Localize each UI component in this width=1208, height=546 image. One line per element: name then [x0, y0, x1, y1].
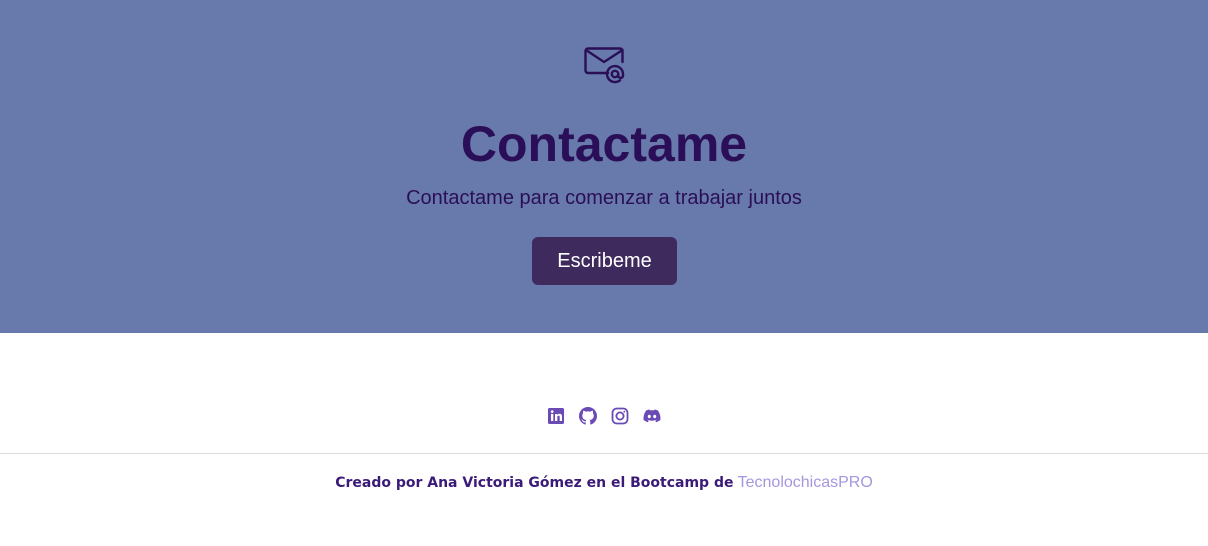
contact-title: Contactame	[460, 116, 748, 172]
tecnolochicas-link[interactable]: TecnolochicasPRO	[738, 474, 873, 491]
envelope-at-icon	[584, 46, 626, 84]
contact-section: Contactame Contactame para comenzar a tr…	[0, 0, 1208, 333]
contact-subtitle: Contactame para comenzar a trabajar junt…	[406, 187, 802, 209]
discord-icon[interactable]	[643, 407, 661, 425]
linkedin-icon[interactable]	[547, 407, 565, 425]
credits-text: Creado por Ana Victoria Gómez en el Boot…	[335, 475, 734, 491]
footer-divider	[0, 453, 1208, 454]
credits: Creado por Ana Victoria Gómez en el Boot…	[0, 473, 1208, 493]
write-me-button[interactable]: Escribeme	[532, 237, 677, 285]
instagram-icon[interactable]	[611, 407, 629, 425]
github-icon[interactable]	[579, 407, 597, 425]
social-links	[0, 405, 1208, 427]
